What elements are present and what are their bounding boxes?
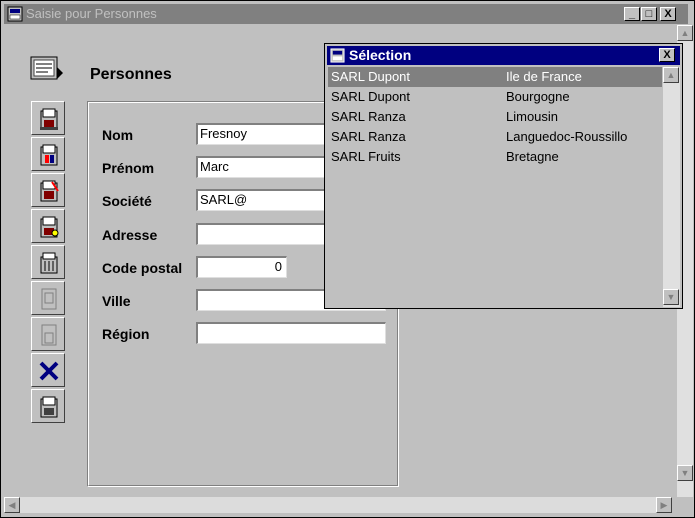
company-cell: SARL Dupont bbox=[331, 89, 411, 104]
company-cell: SARL Ranza bbox=[331, 129, 406, 144]
popup-vertical-scrollbar[interactable]: ▲ ▼ bbox=[663, 67, 680, 307]
label-ville: Ville bbox=[102, 293, 131, 309]
tool-print-button[interactable] bbox=[31, 209, 65, 243]
region-cell: Bourgogne bbox=[506, 89, 570, 104]
company-cell: SARL Ranza bbox=[331, 109, 406, 124]
scroll-right-button[interactable]: ▶ bbox=[656, 497, 672, 513]
close-button[interactable]: X bbox=[660, 7, 676, 21]
tool-disabled-2-button[interactable] bbox=[31, 317, 65, 351]
disabled-page-icon bbox=[41, 324, 57, 346]
tool-open-button[interactable] bbox=[31, 101, 65, 135]
scroll-down-button[interactable]: ▼ bbox=[677, 465, 693, 481]
company-cell: SARL Fruits bbox=[331, 149, 401, 164]
region-cell: Languedoc-Roussillo bbox=[506, 129, 628, 144]
disabled-page-icon bbox=[41, 288, 57, 310]
code-postal-field[interactable]: 0 bbox=[196, 256, 287, 278]
tool-disabled-1-button[interactable] bbox=[31, 281, 65, 315]
list-item[interactable]: SARL Ranza Limousin bbox=[328, 107, 662, 127]
exit-icon bbox=[40, 396, 58, 418]
print-icon bbox=[40, 216, 59, 238]
app-icon bbox=[7, 6, 23, 22]
popup-app-icon bbox=[330, 48, 345, 63]
save-icon bbox=[40, 144, 58, 166]
list-item[interactable]: SARL Dupont Bourgogne bbox=[328, 87, 662, 107]
region-cell: Ile de France bbox=[506, 69, 582, 84]
popup-close-button[interactable]: X bbox=[659, 48, 675, 62]
label-nom: Nom bbox=[102, 127, 134, 143]
label-adresse: Adresse bbox=[102, 227, 158, 243]
list-item[interactable]: SARL Fruits Bretagne bbox=[328, 147, 662, 167]
window-title: Saisie pour Personnes bbox=[26, 6, 157, 21]
label-code-postal: Code postal bbox=[102, 260, 183, 276]
tool-trash-button[interactable] bbox=[31, 245, 65, 279]
popup-scroll-up-button[interactable]: ▲ bbox=[663, 67, 679, 83]
label-region: Région bbox=[102, 326, 150, 342]
title-bar[interactable]: Saisie pour Personnes _ □ X bbox=[4, 4, 688, 24]
label-societe: Société bbox=[102, 193, 152, 209]
minimize-button[interactable]: _ bbox=[624, 7, 640, 21]
popup-title: Sélection bbox=[349, 47, 412, 63]
list-item[interactable]: SARL Dupont Ile de France bbox=[328, 67, 662, 87]
popup-scroll-down-button[interactable]: ▼ bbox=[663, 289, 679, 305]
list-item[interactable]: SARL Ranza Languedoc-Roussillo bbox=[328, 127, 662, 147]
scroll-up-button[interactable]: ▲ bbox=[677, 25, 693, 41]
label-prenom: Prénom bbox=[102, 160, 155, 176]
tool-delete-button[interactable] bbox=[31, 353, 65, 387]
scroll-left-button[interactable]: ◀ bbox=[4, 497, 20, 513]
popup-title-bar[interactable]: Sélection X bbox=[327, 46, 680, 65]
region-cell: Limousin bbox=[506, 109, 559, 124]
main-window: Saisie pour Personnes _ □ X ▲ ▼ ◀ ▶ Pers… bbox=[0, 0, 695, 518]
tool-save-button[interactable] bbox=[31, 137, 65, 171]
company-cell: SARL Dupont bbox=[331, 69, 411, 84]
open-icon bbox=[40, 108, 58, 130]
region-cell: Bretagne bbox=[506, 149, 559, 164]
edit-icon bbox=[40, 180, 59, 202]
tool-exit-button[interactable] bbox=[31, 389, 65, 423]
page-title: Personnes bbox=[90, 66, 172, 83]
region-field[interactable] bbox=[196, 322, 386, 344]
tool-edit-button[interactable] bbox=[31, 173, 65, 207]
selection-list[interactable]: SARL Dupont Ile de France SARL Dupont Bo… bbox=[328, 67, 681, 307]
delete-x-icon bbox=[39, 361, 59, 381]
horizontal-scrollbar[interactable]: ◀ ▶ bbox=[4, 497, 672, 513]
selection-popup: Sélection X SARL Dupont Ile de France SA… bbox=[324, 43, 683, 309]
maximize-button[interactable]: □ bbox=[641, 7, 657, 21]
form-header-icon bbox=[30, 56, 63, 80]
trash-icon bbox=[40, 252, 58, 274]
